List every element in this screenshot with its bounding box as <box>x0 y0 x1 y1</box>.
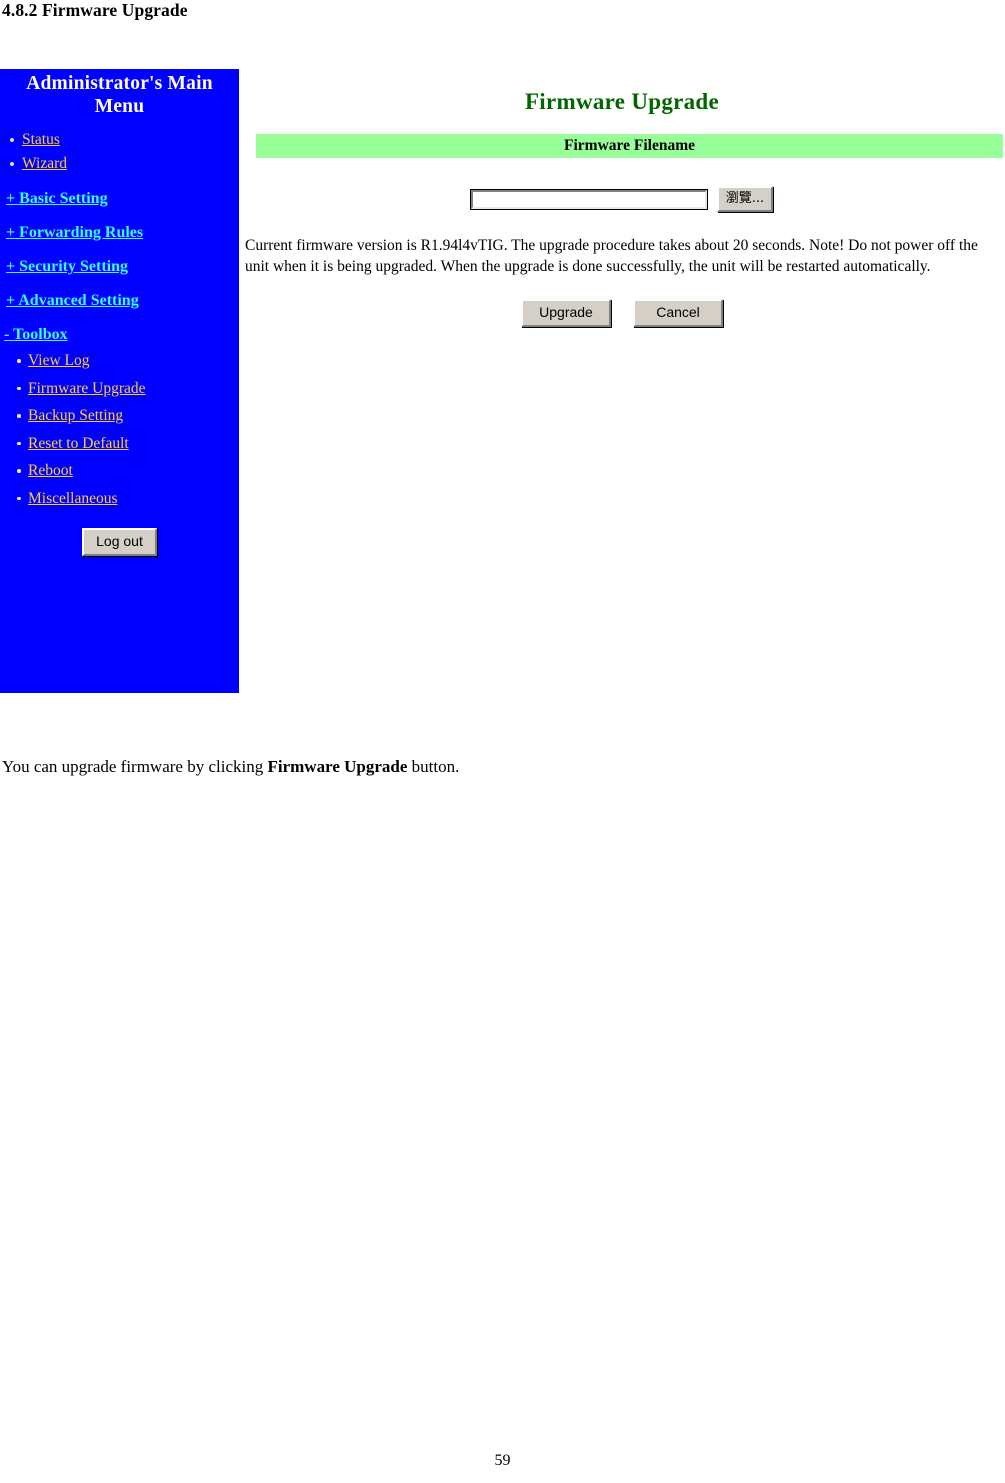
logout-container: Log out <box>0 528 239 556</box>
sidebar-section-label[interactable]: + Forwarding Rules <box>6 224 143 241</box>
sidebar-top-menu: Status Wizard <box>0 128 239 175</box>
sidebar: Administrator's Main Menu Status Wizard … <box>0 69 239 693</box>
section-header-bar: Firmware Filename <box>256 134 1003 158</box>
sidebar-toolbox-submenu: View Log Firmware Upgrade Backup Setting… <box>0 347 239 512</box>
cancel-button[interactable]: Cancel <box>633 299 723 327</box>
sidebar-section-label[interactable]: - Toolbox <box>4 326 68 343</box>
sidebar-item-label[interactable]: Backup Setting <box>28 407 123 424</box>
router-admin-screenshot: Administrator's Main Menu Status Wizard … <box>0 69 1005 693</box>
sidebar-section-label[interactable]: + Basic Setting <box>6 190 108 207</box>
action-button-row: Upgrade Cancel <box>239 299 1005 327</box>
sidebar-item-security-setting[interactable]: + Security Setting <box>0 257 239 277</box>
sidebar-section-label[interactable]: + Advanced Setting <box>6 292 139 309</box>
firmware-file-row: 瀏覽... <box>239 186 1005 212</box>
sidebar-item-status[interactable]: Status <box>10 128 239 152</box>
sidebar-item-label[interactable]: Wizard <box>22 155 67 172</box>
firmware-filename-input[interactable] <box>469 188 708 210</box>
sidebar-item-backup-setting[interactable]: Backup Setting <box>17 402 239 430</box>
sidebar-item-reboot[interactable]: Reboot <box>17 457 239 485</box>
sidebar-item-wizard[interactable]: Wizard <box>10 152 239 176</box>
firmware-description-text: Current firmware version is R1.94l4vTIG.… <box>245 237 978 275</box>
caption-prefix: You can upgrade firmware by clicking <box>2 757 268 776</box>
sidebar-item-toolbox[interactable]: - Toolbox <box>0 325 239 345</box>
main-page-title: Firmware Upgrade <box>524 89 720 114</box>
sidebar-header-title: Administrator's Main Menu <box>26 73 213 117</box>
sidebar-item-miscellaneous[interactable]: Miscellaneous <box>17 485 239 513</box>
page-title: 4.8.2 Firmware Upgrade <box>2 0 188 20</box>
sidebar-item-basic-setting[interactable]: + Basic Setting <box>0 189 239 209</box>
sidebar-item-advanced-setting[interactable]: + Advanced Setting <box>0 291 239 311</box>
sidebar-item-label[interactable]: Reset to Default <box>28 435 129 452</box>
sidebar-item-label[interactable]: View Log <box>28 352 90 369</box>
sidebar-item-label[interactable]: Miscellaneous <box>28 490 118 507</box>
main-panel: Firmware Upgrade Firmware Filename 瀏覽...… <box>239 69 1005 693</box>
caption-bold-term: Firmware Upgrade <box>267 757 408 776</box>
caption: You can upgrade firmware by clicking Fir… <box>2 757 459 777</box>
sidebar-item-firmware-upgrade[interactable]: Firmware Upgrade <box>17 375 239 403</box>
page-number: 59 <box>494 1452 511 1469</box>
sidebar-item-reset-to-default[interactable]: Reset to Default <box>17 430 239 458</box>
upgrade-button[interactable]: Upgrade <box>521 299 611 327</box>
log-out-button[interactable]: Log out <box>82 528 157 556</box>
sidebar-item-label[interactable]: Status <box>22 131 60 148</box>
sidebar-item-label[interactable]: Firmware Upgrade <box>28 380 146 397</box>
sidebar-item-label[interactable]: Reboot <box>28 462 73 479</box>
sidebar-item-forwarding-rules[interactable]: + Forwarding Rules <box>0 223 239 243</box>
sidebar-item-view-log[interactable]: View Log <box>17 347 239 375</box>
caption-suffix: button. <box>407 757 460 776</box>
sidebar-section-label[interactable]: + Security Setting <box>6 258 128 275</box>
browse-button[interactable]: 瀏覽... <box>716 186 774 212</box>
